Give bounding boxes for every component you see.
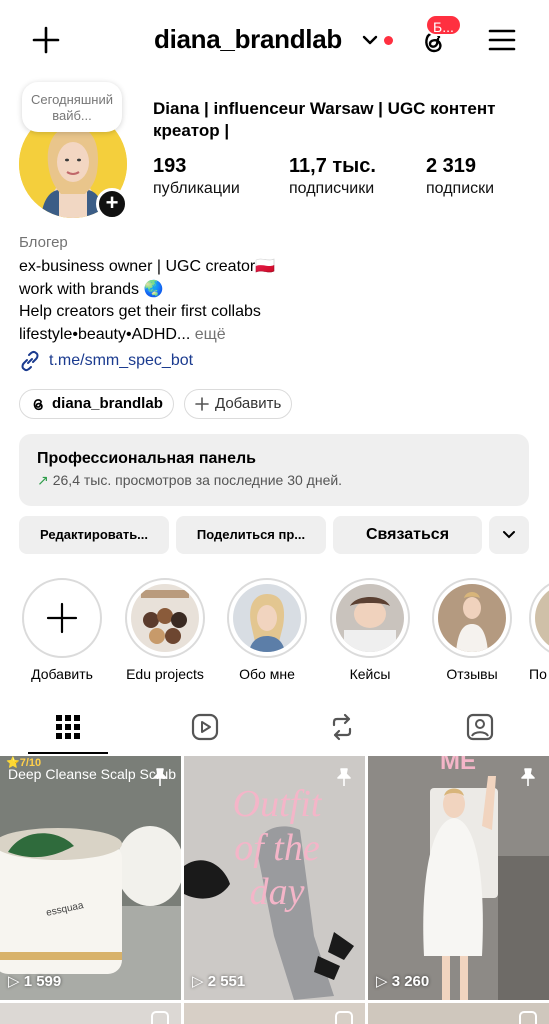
highlight-partial[interactable]: По <box>529 578 549 682</box>
highlight-ring <box>227 578 307 658</box>
profile-bio: ex-business owner | UGC creator🇵🇱 work w… <box>19 256 275 346</box>
post-overlay-title: ME <box>440 756 476 775</box>
highlight-label: Edu projects <box>126 666 204 682</box>
bio-more-link[interactable]: ещё <box>195 326 226 343</box>
stat-posts[interactable]: 193 публикации <box>153 154 240 200</box>
post-views: ▷ 2 551 <box>192 973 246 990</box>
post-views: ▷ 1 599 <box>8 973 62 990</box>
stat-following[interactable]: 2 319 подписки <box>426 154 494 200</box>
post-tile[interactable] <box>0 1003 181 1024</box>
highlight-ring <box>22 578 102 658</box>
highlight-image <box>131 584 199 652</box>
highlight-about[interactable]: Обо мне <box>222 578 312 682</box>
stat-followers[interactable]: 11,7 тыс. подписчики <box>289 154 376 200</box>
post-tile[interactable]: Outfit of the day ▷ 2 551 <box>184 756 365 1000</box>
stat-posts-value: 193 <box>153 155 187 177</box>
highlight-image <box>535 584 549 652</box>
bio-line-text: lifestyle•beauty•ADHD... <box>19 325 191 343</box>
trend-up-icon: ↗ <box>37 472 49 488</box>
top-bar: diana_brandlab Б... <box>0 0 549 80</box>
add-chip-label: Добавить <box>215 395 282 412</box>
threads-small-icon <box>33 399 43 411</box>
suggested-users-button[interactable] <box>489 516 529 554</box>
highlight-edu[interactable]: Edu projects <box>120 578 210 682</box>
unread-dot <box>384 36 393 45</box>
pin-icon <box>153 768 167 786</box>
highlight-label: Кейсы <box>349 666 391 682</box>
threads-chip-label: diana_brandlab <box>52 395 163 412</box>
reels-icon[interactable] <box>190 712 220 742</box>
share-profile-button[interactable]: Поделиться пр... <box>176 516 326 554</box>
chevron-down-icon[interactable] <box>362 34 378 46</box>
active-tab-indicator <box>28 752 108 754</box>
highlight-image <box>336 584 404 652</box>
bio-line: Help creators get their first collabs <box>19 303 261 320</box>
dashboard-title: Профессиональная панель <box>37 450 256 467</box>
add-chip[interactable]: Добавить <box>184 389 293 419</box>
stat-posts-label: публикации <box>153 180 240 197</box>
content-tabs <box>0 706 549 756</box>
dashboard-subtitle-text: 26,4 тыс. просмотров за последние 30 дне… <box>52 472 343 488</box>
reel-icon <box>335 1011 353 1024</box>
link-icon <box>21 350 39 372</box>
pin-icon <box>521 768 535 786</box>
username-switcher[interactable]: diana_brandlab <box>154 24 342 55</box>
highlight-ring <box>529 578 549 658</box>
post-image <box>0 756 181 1000</box>
full-name: Diana | influenceur Warsaw | UGC контент… <box>153 99 496 140</box>
profile-note[interactable]: Сегодняшний вайб... <box>22 82 122 132</box>
plus-icon <box>46 602 78 634</box>
bio-line: work with brands 🌏 <box>19 280 164 298</box>
menu-icon[interactable] <box>488 28 516 52</box>
reel-icon <box>151 1011 169 1024</box>
stat-followers-label: подписчики <box>289 180 375 197</box>
highlight-label: Отзывы <box>446 666 498 682</box>
threads-chip[interactable]: diana_brandlab <box>19 389 174 419</box>
highlight-ring <box>125 578 205 658</box>
highlight-ring <box>432 578 512 658</box>
grid-icon[interactable] <box>53 712 83 742</box>
post-image <box>368 756 549 1000</box>
highlight-ring <box>330 578 410 658</box>
edit-profile-button[interactable]: Редактировать... <box>19 516 169 554</box>
notification-badge[interactable]: Б... <box>425 14 462 36</box>
contact-button[interactable]: Связаться <box>333 516 482 554</box>
add-story-button[interactable]: + <box>96 188 128 220</box>
profile-category: Блогер <box>19 234 68 251</box>
post-tile[interactable]: ME ▷ 3 260 <box>368 756 549 1000</box>
bio-line: ex-business owner | UGC creator🇵🇱 <box>19 258 276 275</box>
post-views-count: 1 599 <box>23 973 62 990</box>
highlight-image <box>233 584 301 652</box>
pin-icon <box>337 768 351 786</box>
reel-icon <box>519 1011 537 1024</box>
stat-following-label: подписки <box>426 180 495 197</box>
profile-link-text[interactable]: t.me/smm_spec_bot <box>49 352 193 370</box>
stat-followers-value: 11,7 тыс. <box>289 155 376 177</box>
highlight-image <box>438 584 506 652</box>
chevron-down-icon <box>503 531 515 539</box>
highlight-label: Добавить <box>31 666 93 682</box>
professional-dashboard[interactable]: Профессиональная панель ↗ 26,4 тыс. просм… <box>19 434 529 506</box>
highlight-reviews[interactable]: Отзывы <box>427 578 517 682</box>
tagged-icon[interactable] <box>465 712 495 742</box>
post-views-count: 2 551 <box>207 973 246 990</box>
post-tile[interactable] <box>368 1003 549 1024</box>
post-tile[interactable]: ⭐7/10 Deep Cleanse Scalp Scrub essquaa ▷… <box>0 756 181 1000</box>
highlight-new[interactable]: Добавить <box>17 578 107 682</box>
profile-link[interactable]: t.me/smm_spec_bot <box>19 350 193 372</box>
highlight-cases[interactable]: Кейсы <box>325 578 415 682</box>
post-overlay-title: Outfit of the day <box>232 783 322 913</box>
plus-icon[interactable] <box>30 24 62 56</box>
highlight-label: Обо мне <box>239 666 295 682</box>
reposts-icon[interactable] <box>327 712 357 742</box>
stat-following-value: 2 319 <box>426 155 477 177</box>
bio-line: lifestyle•beauty•ADHD... ещё <box>19 324 275 347</box>
highlight-label: По <box>529 666 547 682</box>
dashboard-subtitle: ↗ 26,4 тыс. просмотров за последние 30 дн… <box>37 472 511 489</box>
post-tile[interactable] <box>184 1003 365 1024</box>
post-views: ▷ 3 260 <box>376 973 430 990</box>
post-views-count: 3 260 <box>391 973 430 990</box>
plus-small-icon <box>195 397 209 411</box>
